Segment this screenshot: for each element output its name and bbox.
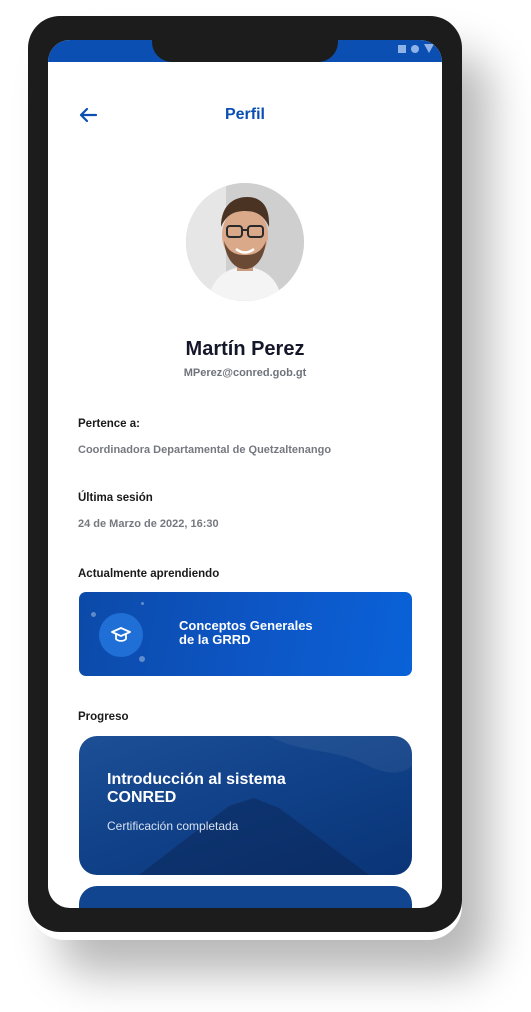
device-notch xyxy=(152,40,338,62)
user-email: MPerez@conred.gob.gt xyxy=(183,367,307,379)
progress-course-title-line2: CONRED xyxy=(107,789,177,806)
current-course-title-line1: Conceptos Generales xyxy=(179,618,313,633)
last-session-label: Última sesión xyxy=(78,492,153,504)
avatar-portrait xyxy=(186,183,304,301)
current-course-title: Conceptos Generales de la GRRD xyxy=(179,619,379,647)
graduation-cap-icon xyxy=(111,627,131,642)
recent-apps-icon xyxy=(398,44,406,53)
decorative-dot xyxy=(141,602,144,605)
last-session-value: 24 de Marzo de 2022, 16:30 xyxy=(78,518,219,530)
current-course-title-line2: de la GRRD xyxy=(179,632,251,647)
status-icons xyxy=(398,44,434,53)
user-name: Martín Perez xyxy=(185,338,305,360)
app-screen: Perfil Martín Perez MPerez@conred.gob.gt… xyxy=(48,40,442,908)
progress-course-title-line1: Introducción al sistema xyxy=(107,771,286,788)
belongs-label: Pertence a: xyxy=(78,418,141,430)
decorative-dot xyxy=(91,612,96,617)
avatar xyxy=(186,183,304,301)
current-course-card[interactable]: Conceptos Generales de la GRRD xyxy=(79,592,412,676)
course-icon-badge xyxy=(99,613,143,657)
learning-section-label: Actualmente aprendiendo xyxy=(78,568,220,580)
page-title: Perfil xyxy=(224,106,265,123)
status-bar xyxy=(48,40,442,62)
progress-course-status: Certificación completada xyxy=(107,819,239,833)
progress-course-card-next[interactable] xyxy=(79,886,412,908)
home-dot-icon xyxy=(411,44,419,53)
progress-section-label: Progreso xyxy=(78,711,129,723)
decorative-dot xyxy=(139,656,145,662)
progress-course-title: Introducción al sistema CONRED xyxy=(107,771,387,807)
signal-icon xyxy=(424,44,434,53)
belongs-value: Coordinadora Departamental de Quetzalten… xyxy=(78,444,332,456)
progress-course-card[interactable]: Introducción al sistema CONRED Certifica… xyxy=(79,736,412,875)
